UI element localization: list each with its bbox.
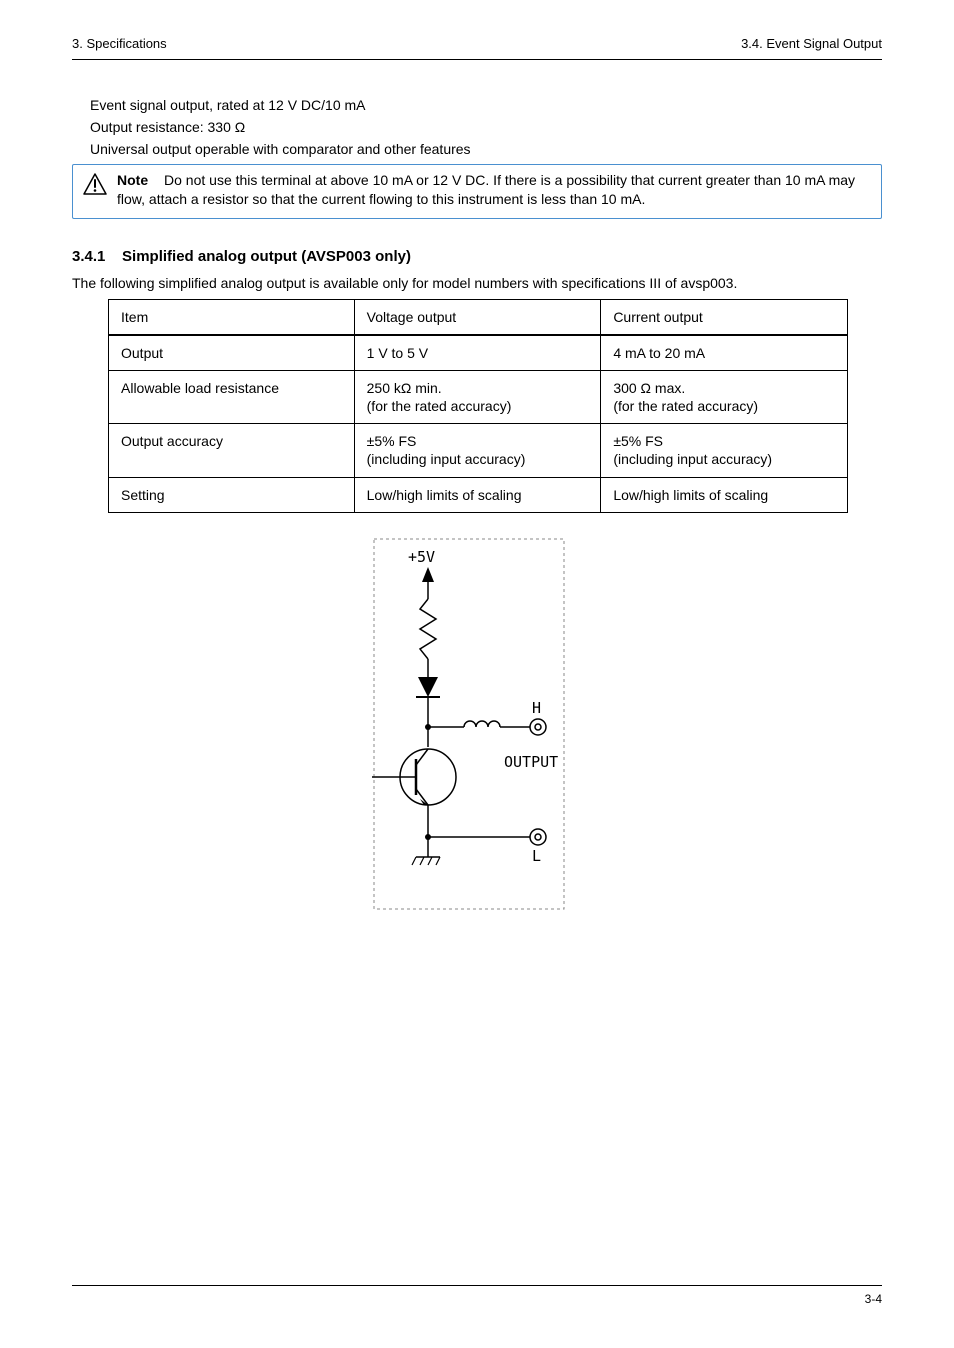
table-row: Output accuracy ±5% FS(including input a… (109, 424, 848, 477)
diagram-label-output: OUTPUT (504, 753, 558, 771)
intro-line: Universal output operable with comparato… (90, 140, 882, 158)
intro-block: Event signal output, rated at 12 V DC/10… (90, 96, 882, 159)
table-cell: ±5% FS(including input accuracy) (601, 424, 848, 477)
diagram-label-l: L (532, 847, 541, 865)
intro-line: Output resistance: 330 Ω (90, 118, 882, 136)
subsection-title: Simplified analog output (AVSP003 only) (122, 248, 411, 265)
table-cell: Output (109, 335, 355, 371)
table-row: Setting Low/high limits of scaling Low/h… (109, 477, 848, 512)
header-rule (72, 59, 882, 60)
table-cell: Setting (109, 477, 355, 512)
diagram-label-5v: +5V (408, 548, 435, 566)
table-cell: 300 Ω max.(for the rated accuracy) (601, 370, 848, 423)
table-cell: 4 mA to 20 mA (601, 335, 848, 371)
section-body-text: The following simplified analog output i… (72, 274, 882, 292)
warning-icon (83, 171, 107, 207)
page-root: 3. Specifications 3.4. Event Signal Outp… (0, 0, 954, 1348)
table-header-cell: Current output (601, 299, 848, 335)
table-row: Allowable load resistance 250 kΩ min.(fo… (109, 370, 848, 423)
intro-line: Event signal output, rated at 12 V DC/10… (90, 96, 882, 114)
table-cell: ±5% FS(including input accuracy) (354, 424, 601, 477)
circuit-diagram: +5V H OUTPUT (72, 537, 882, 917)
diagram-label-h: H (532, 699, 541, 717)
table-row: Output 1 V to 5 V 4 mA to 20 mA (109, 335, 848, 371)
table-cell: Allowable load resistance (109, 370, 355, 423)
note-body: Note Do not use this terminal at above 1… (117, 171, 871, 207)
table-cell: 1 V to 5 V (354, 335, 601, 371)
table-cell: Low/high limits of scaling (354, 477, 601, 512)
header-row: 3. Specifications 3.4. Event Signal Outp… (72, 36, 882, 53)
table-header-row: Item Voltage output Current output (109, 299, 848, 335)
note-label: Note (117, 171, 148, 189)
note-box: Note Do not use this terminal at above 1… (72, 164, 882, 218)
header-right: 3.4. Event Signal Output (741, 36, 882, 53)
table-header-cell: Voltage output (354, 299, 601, 335)
footer-rule (72, 1285, 882, 1286)
note-text: Do not use this terminal at above 10 mA … (117, 172, 855, 206)
spec-table: Item Voltage output Current output Outpu… (108, 299, 848, 513)
table-cell: 250 kΩ min.(for the rated accuracy) (354, 370, 601, 423)
footer-row: 3-4 (72, 1292, 882, 1308)
table-cell: Output accuracy (109, 424, 355, 477)
table-cell: Low/high limits of scaling (601, 477, 848, 512)
subsection-number: 3.4.1 (72, 248, 105, 265)
header-left: 3. Specifications (72, 36, 167, 53)
table-header-cell: Item (109, 299, 355, 335)
subsection-heading: 3.4.1 Simplified analog output (AVSP003 … (72, 247, 882, 267)
footer-right: 3-4 (865, 1292, 882, 1308)
